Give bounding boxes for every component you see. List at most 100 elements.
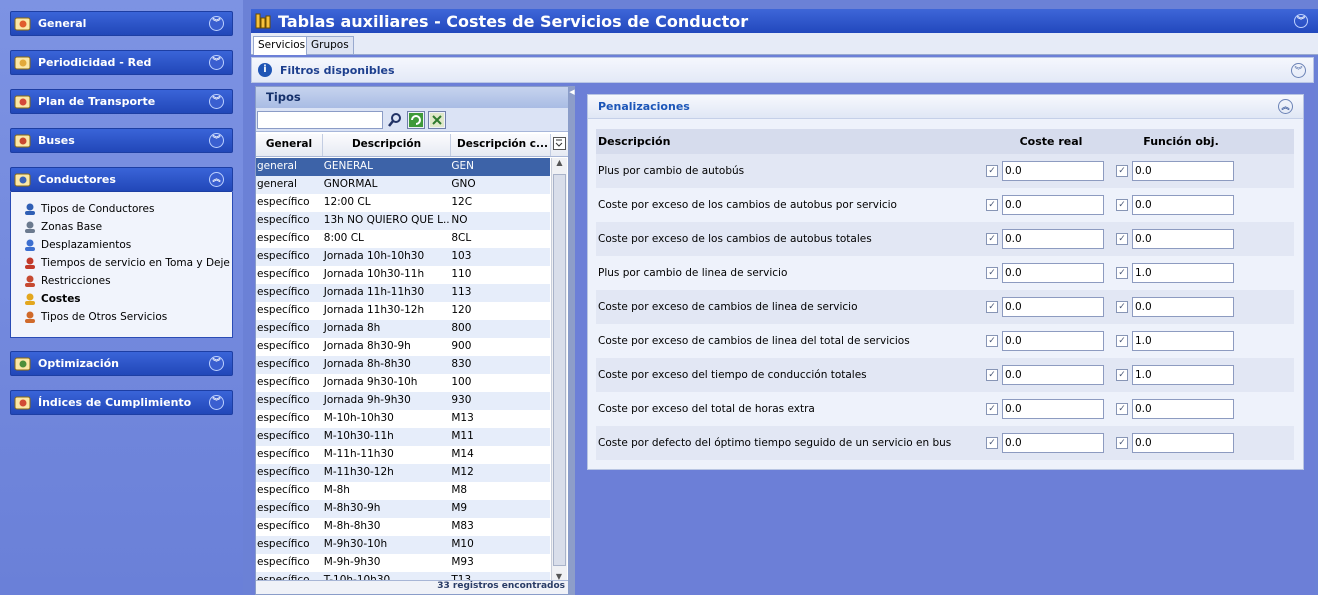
chevron-up-icon[interactable]: ︽ (209, 172, 224, 187)
coste-real-checkbox[interactable]: ✓ (986, 437, 998, 449)
scroll-thumb[interactable] (553, 174, 566, 566)
coste-real-checkbox[interactable]: ✓ (986, 199, 998, 211)
tab-servicios[interactable]: Servicios (253, 36, 311, 56)
table-row[interactable]: específico Jornada 10h-10h30 103 (256, 248, 550, 266)
table-row[interactable]: específico M-8h30-9h M9 (256, 500, 550, 518)
column-chooser-icon[interactable] (551, 134, 568, 156)
coste-real-checkbox[interactable]: ✓ (986, 335, 998, 347)
expand-filters-icon[interactable]: ︾ (1291, 62, 1306, 78)
nav-group-header[interactable]: Optimización ︾ (10, 351, 233, 376)
funcion-obj-checkbox[interactable]: ✓ (1116, 233, 1128, 245)
coste-real-checkbox[interactable]: ✓ (986, 165, 998, 177)
coste-real-input[interactable]: 0.0 (1002, 297, 1104, 317)
table-row[interactable]: específico M-8h M8 (256, 482, 550, 500)
coste-real-checkbox[interactable]: ✓ (986, 267, 998, 279)
chevron-down-icon[interactable]: ︾ (209, 395, 224, 410)
funcion-obj-checkbox[interactable]: ✓ (1116, 199, 1128, 211)
coste-real-checkbox[interactable]: ✓ (986, 301, 998, 313)
col-general[interactable]: General (256, 134, 323, 156)
coste-real-input[interactable]: 0.0 (1002, 433, 1104, 453)
funcion-obj-input[interactable]: 0.0 (1132, 195, 1234, 215)
sidebar-item[interactable]: Tipos de Conductores (23, 200, 232, 218)
table-row[interactable]: específico 12:00 CL 12C (256, 194, 550, 212)
sidebar-item[interactable]: Restricciones (23, 272, 232, 290)
search-icon[interactable] (386, 111, 404, 129)
table-row[interactable]: general GNORMAL GNO (256, 176, 550, 194)
coste-real-input[interactable]: 0.0 (1002, 365, 1104, 385)
vertical-scrollbar[interactable]: ▲ ▼ (551, 158, 567, 581)
table-row[interactable]: específico 8:00 CL 8CL (256, 230, 550, 248)
table-row[interactable]: específico M-9h30-10h M10 (256, 536, 550, 554)
nav-group-header[interactable]: Plan de Transporte ︾ (10, 89, 233, 114)
collapse-icon[interactable]: ︾ (1294, 14, 1308, 28)
chevron-down-icon[interactable]: ︾ (209, 356, 224, 371)
chevron-down-icon[interactable]: ︾ (209, 94, 224, 109)
coste-real-input[interactable]: 0.0 (1002, 399, 1104, 419)
col-descripcion-corta[interactable]: Descripción c... (451, 134, 551, 156)
coste-real-input[interactable]: 0.0 (1002, 331, 1104, 351)
nav-group-header[interactable]: Conductores ︽ (10, 167, 233, 192)
table-row[interactable]: específico M-11h-11h30 M14 (256, 446, 550, 464)
nav-group-header[interactable]: Buses ︾ (10, 128, 233, 153)
table-row[interactable]: específico Jornada 8h-8h30 830 (256, 356, 550, 374)
funcion-obj-input[interactable]: 0.0 (1132, 433, 1234, 453)
sidebar-item[interactable]: Zonas Base (23, 218, 232, 236)
chevron-down-icon[interactable]: ︾ (209, 133, 224, 148)
funcion-obj-checkbox[interactable]: ✓ (1116, 335, 1128, 347)
export-excel-icon[interactable] (428, 110, 446, 129)
sidebar-item[interactable]: Costes (23, 290, 232, 308)
splitter-arrow-icon[interactable]: ◀ (569, 88, 575, 96)
coste-real-input[interactable]: 0.0 (1002, 229, 1104, 249)
funcion-obj-checkbox[interactable]: ✓ (1116, 267, 1128, 279)
sidebar-item[interactable]: Desplazamientos (23, 236, 232, 254)
table-row[interactable]: específico M-11h30-12h M12 (256, 464, 550, 482)
nav-group-header[interactable]: General ︾ (10, 11, 233, 36)
funcion-obj-input[interactable]: 0.0 (1132, 399, 1234, 419)
panel-splitter[interactable]: ◀ (569, 86, 575, 595)
table-row[interactable]: general GENERAL GEN (256, 158, 550, 176)
funcion-obj-input[interactable]: 1.0 (1132, 263, 1234, 283)
sidebar-item[interactable]: Tipos de Otros Servicios (23, 308, 232, 326)
chevron-down-icon[interactable]: ︾ (209, 55, 224, 70)
tab-grupos[interactable]: Grupos (306, 36, 354, 55)
funcion-obj-input[interactable]: 0.0 (1132, 161, 1234, 181)
table-row[interactable]: específico Jornada 9h-9h30 930 (256, 392, 550, 410)
table-row[interactable]: específico Jornada 8h30-9h 900 (256, 338, 550, 356)
coste-real-checkbox[interactable]: ✓ (986, 369, 998, 381)
table-row[interactable]: específico Jornada 10h30-11h 110 (256, 266, 550, 284)
table-row[interactable]: específico Jornada 11h-11h30 113 (256, 284, 550, 302)
funcion-obj-input[interactable]: 0.0 (1132, 297, 1234, 317)
table-row[interactable]: específico Jornada 11h30-12h 120 (256, 302, 550, 320)
table-row[interactable]: específico Jornada 8h 800 (256, 320, 550, 338)
table-row[interactable]: específico M-10h30-11h M11 (256, 428, 550, 446)
col-descripcion[interactable]: Descripción (323, 134, 451, 156)
coste-real-input[interactable]: 0.0 (1002, 161, 1104, 181)
funcion-obj-input[interactable]: 1.0 (1132, 365, 1234, 385)
filters-panel[interactable]: i Filtros disponibles ︾ (251, 57, 1314, 83)
funcion-obj-checkbox[interactable]: ✓ (1116, 165, 1128, 177)
coste-real-checkbox[interactable]: ✓ (986, 233, 998, 245)
funcion-obj-input[interactable]: 1.0 (1132, 331, 1234, 351)
table-row[interactable]: específico 13h NO QUIERO QUE L... NO (256, 212, 550, 230)
funcion-obj-checkbox[interactable]: ✓ (1116, 301, 1128, 313)
scroll-up-icon[interactable]: ▲ (552, 158, 567, 167)
coste-real-input[interactable]: 0.0 (1002, 195, 1104, 215)
chevron-down-icon[interactable]: ︾ (209, 16, 224, 31)
table-row[interactable]: específico Jornada 9h30-10h 100 (256, 374, 550, 392)
collapse-penalizaciones-icon[interactable]: ︽ (1278, 99, 1293, 114)
funcion-obj-checkbox[interactable]: ✓ (1116, 403, 1128, 415)
funcion-obj-checkbox[interactable]: ✓ (1116, 437, 1128, 449)
funcion-obj-checkbox[interactable]: ✓ (1116, 369, 1128, 381)
table-row[interactable]: específico M-9h-9h30 M93 (256, 554, 550, 572)
nav-group-header[interactable]: Índices de Cumplimiento ︾ (10, 390, 233, 415)
item-icon (23, 220, 37, 234)
table-row[interactable]: específico M-8h-8h30 M83 (256, 518, 550, 536)
funcion-obj-input[interactable]: 0.0 (1132, 229, 1234, 249)
coste-real-checkbox[interactable]: ✓ (986, 403, 998, 415)
search-input[interactable] (257, 110, 383, 129)
coste-real-input[interactable]: 0.0 (1002, 263, 1104, 283)
nav-group-header[interactable]: Periodicidad - Red ︾ (10, 50, 233, 75)
table-row[interactable]: específico M-10h-10h30 M13 (256, 410, 550, 428)
sidebar-item[interactable]: Tiempos de servicio en Toma y Deje (23, 254, 232, 272)
refresh-icon[interactable] (407, 110, 425, 129)
